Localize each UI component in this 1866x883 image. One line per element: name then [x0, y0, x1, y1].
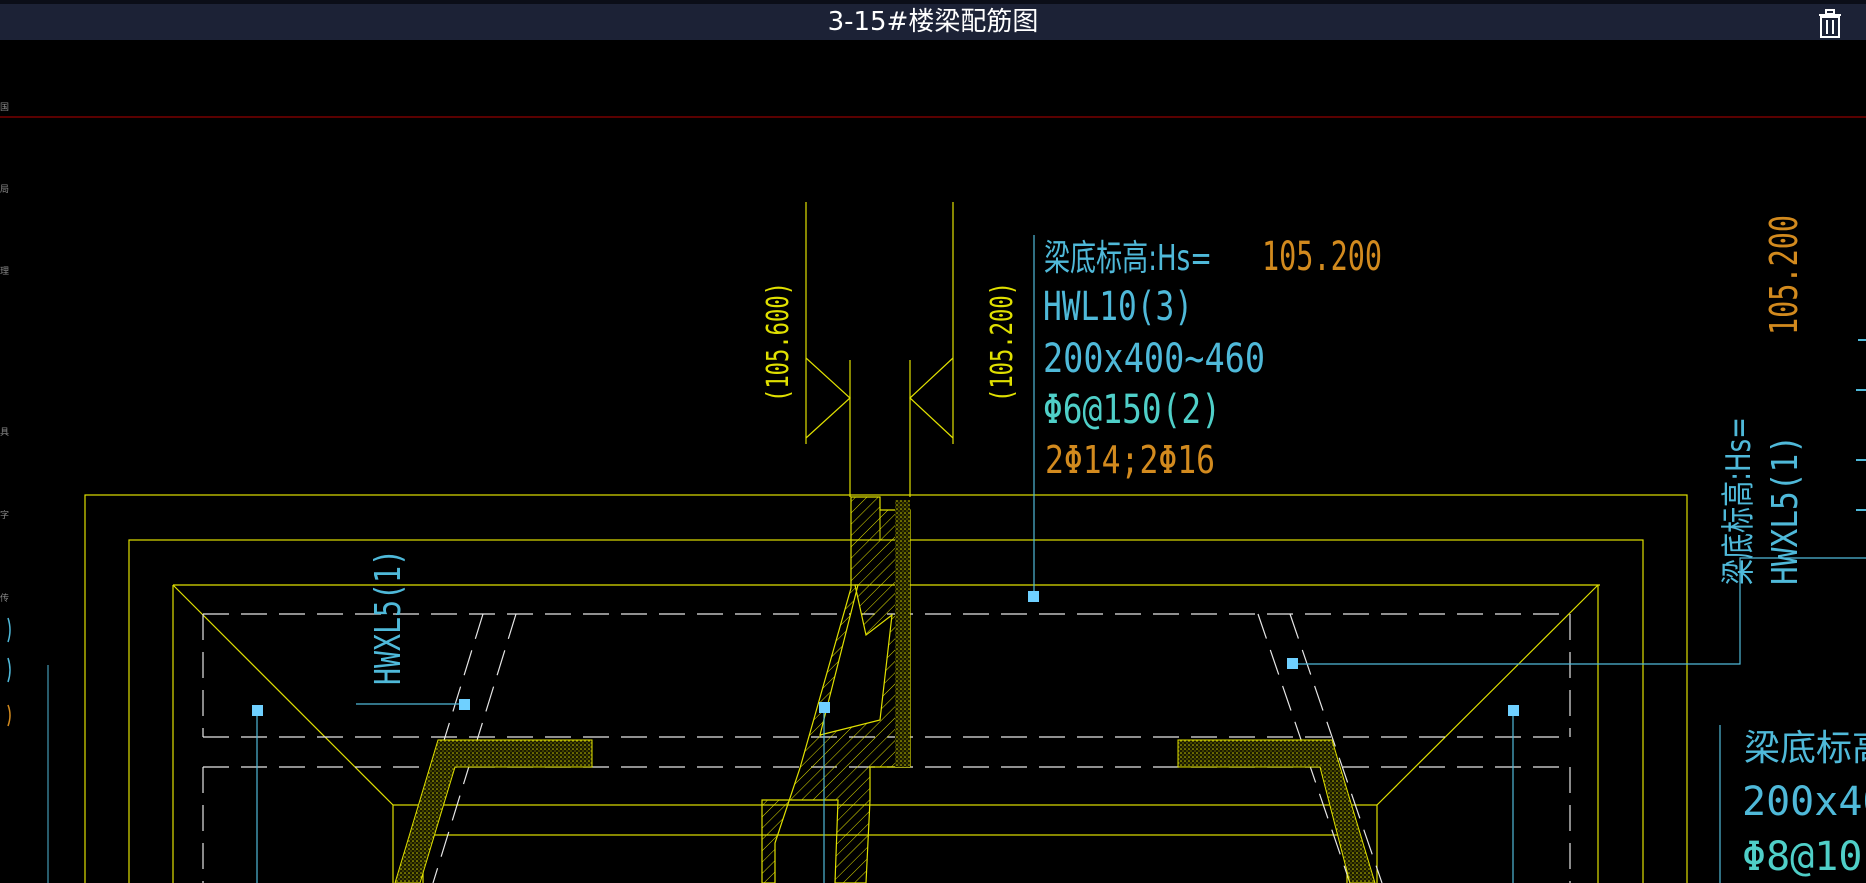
grip[interactable]	[459, 699, 470, 710]
br-stirrup: Φ8@10	[1742, 834, 1862, 880]
hatched-sections	[394, 496, 1376, 883]
svg-text:理: 理	[0, 266, 9, 276]
br-hs-label: 梁底标高:H	[1744, 728, 1866, 769]
elevation-left: (105.600)	[761, 282, 796, 402]
right-beam-id: HWXL5(1)	[1765, 435, 1806, 585]
left-edge-marks	[7, 617, 49, 883]
svg-text:国: 国	[0, 102, 9, 112]
right-hs-value: 105.200	[1762, 215, 1806, 335]
grip[interactable]	[252, 705, 263, 716]
drawing-canvas[interactable]: 国 局 理 具 字 传 (105.600) (105.200) 梁底标高:Hs=…	[0, 40, 1866, 883]
hwxl5-left-beam-id: HWXL5(1)	[368, 549, 409, 685]
hwl10-beam-id: HWL10(3)	[1043, 284, 1193, 330]
hwl10-hs-label: 梁底标高:Hs=	[1044, 238, 1212, 279]
grip[interactable]	[1287, 658, 1298, 669]
svg-text:局: 局	[0, 184, 9, 194]
svg-text:具: 具	[0, 427, 9, 437]
hwl10-stirrup: Φ6@150(2)	[1043, 387, 1221, 433]
svg-text:传: 传	[0, 592, 9, 603]
elevation-markers	[805, 202, 954, 497]
grip[interactable]	[1028, 591, 1039, 602]
title-bar: 3-15#楼梁配筋图	[0, 0, 1866, 40]
hwxl5-left-annotation: HWXL5(1)	[356, 549, 465, 705]
right-hs-label: 梁底标高:Hs=	[1719, 417, 1759, 585]
right-vertical-annotation: 105.200 梁底标高:Hs= HWXL5(1)	[1292, 215, 1866, 665]
grip[interactable]	[819, 702, 830, 713]
grip[interactable]	[1508, 705, 1519, 716]
left-edge-fragments: 国 局 理 具 字 传	[0, 102, 9, 603]
svg-text:字: 字	[0, 509, 9, 520]
hwl10-section: 200x400~460	[1043, 336, 1265, 382]
hwl10-hs-value: 105.200	[1262, 234, 1382, 280]
elevation-right: (105.200)	[985, 282, 1020, 402]
window-title: 3-15#楼梁配筋图	[827, 7, 1039, 37]
trash-icon[interactable]	[1816, 9, 1844, 39]
hwl10-annotation: 梁底标高:Hs= 105.200 HWL10(3) 200x400~460 Φ6…	[1033, 234, 1382, 597]
hwl10-bars: 2Φ14;2Φ16	[1045, 438, 1215, 482]
bottom-right-annotation: 梁底标高:H 200x40 Φ8@10	[1719, 725, 1866, 883]
br-section: 200x40	[1742, 779, 1866, 825]
